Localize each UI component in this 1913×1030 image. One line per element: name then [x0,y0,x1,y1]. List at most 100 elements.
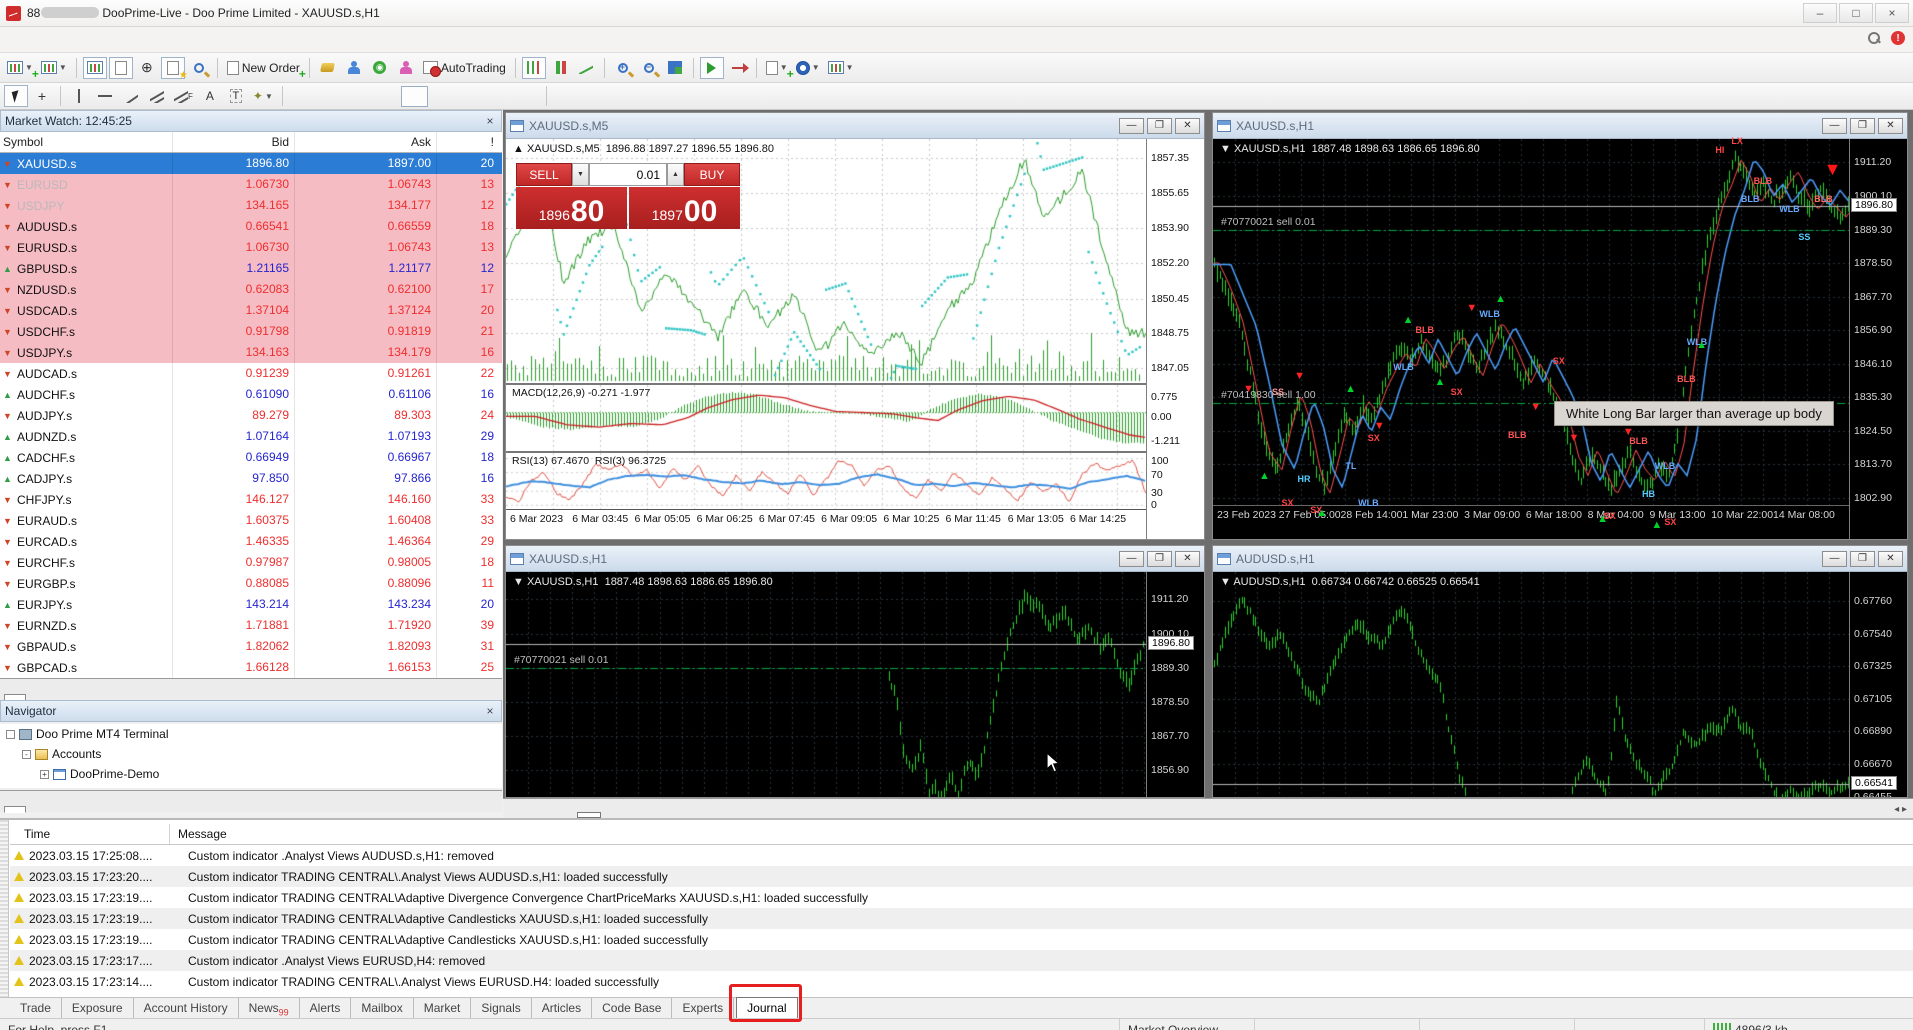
chart-close-button[interactable]: ✕ [1175,118,1200,134]
expert-advisors-button[interactable] [394,57,418,79]
timeframe-button[interactable] [317,86,344,107]
chart-area-h1-indicators[interactable]: ▼ XAUUSD.s,H1 1887.48 1898.63 1886.65 18… [1213,139,1907,539]
indicators-button[interactable]: +▼ [763,57,791,79]
vertical-line-tool-button[interactable] [67,85,91,107]
terminal-tab[interactable]: Alerts [300,998,352,1020]
timeframe-button[interactable] [457,86,484,107]
journal-column-headers[interactable]: Time Message [10,824,1913,845]
chart-area-audusd[interactable]: ▼ AUDUSD.s,H1 0.66734 0.66742 0.66525 0.… [1213,572,1907,797]
chart-close-button[interactable]: ✕ [1878,551,1903,567]
market-watch-row[interactable]: EURCAD.s 1.46335 1.46364 29 [0,531,502,552]
market-watch-row[interactable]: EURGBP.s 0.88085 0.88096 11 [0,573,502,594]
chart-minimize-button[interactable]: — [1119,551,1144,567]
market-watch-row[interactable]: EURNZD.s 1.71881 1.71920 39 [0,615,502,636]
terminal-drag-handle[interactable] [0,820,9,1018]
market-watch-row[interactable]: USDJPY 134.165 134.177 12 [0,195,502,216]
market-watch-row[interactable]: EURAUD.s 1.60375 1.60408 33 [0,510,502,531]
market-watch-row[interactable]: EURCHF.s 0.97987 0.98005 18 [0,552,502,573]
text-tool-button[interactable]: A [198,85,222,107]
mql-community-button[interactable] [316,57,340,79]
market-watch-row[interactable]: CADCHF.s 0.66949 0.66967 18 [0,447,502,468]
timeframe-button[interactable] [429,86,456,107]
market-watch-toggle-button[interactable] [83,57,107,79]
menu-item[interactable] [54,36,80,44]
market-watch-column-headers[interactable]: Symbol Bid Ask ! [0,132,502,153]
text-label-tool-button[interactable]: T [224,85,248,107]
navigator-tree-item[interactable]: Doo Prime MT4 Terminal [0,724,502,744]
buy-price-panel[interactable]: 189700 [629,187,740,229]
arrows-tool-button[interactable]: ✦▼ [250,85,276,107]
tree-expander-icon[interactable]: + [40,770,49,779]
tree-expander-icon[interactable] [6,730,15,739]
chart-title-bar[interactable]: AUDUSD.s,H1 — ❐ ✕ [1213,546,1907,572]
chart-area-h1[interactable]: ▼ XAUUSD.s,H1 1887.48 1898.63 1886.65 18… [506,572,1204,797]
chart-title-bar[interactable]: XAUUSD.s,H1 — ❐ ✕ [1213,113,1907,139]
line-chart-style-button[interactable] [574,57,598,79]
chart-title-bar[interactable]: XAUUSD.s,H1 — ❐ ✕ [506,546,1204,572]
panel-tab[interactable] [27,693,49,700]
maximize-button[interactable]: □ [1839,3,1873,23]
market-watch-row[interactable]: AUDNZD.s 1.07164 1.07193 29 [0,426,502,447]
buy-button[interactable]: BUY [684,163,740,186]
terminal-tab[interactable]: Mailbox [351,998,413,1020]
channel-tool-button[interactable] [145,85,169,107]
auto-scroll-button[interactable] [700,57,724,79]
menu-item[interactable] [106,36,132,44]
market-watch-row[interactable]: AUDJPY.s 89.279 89.303 24 [0,405,502,426]
market-watch-row[interactable]: GBPCAD.s 1.66128 1.66153 25 [0,657,502,678]
chart-window-xauusd-m5[interactable]: XAUUSD.s,M5 — ❐ ✕ ▲ XAUUSD.s,M5 1896.88 … [505,112,1205,540]
chart-restore-button[interactable]: ❐ [1850,118,1875,134]
crosshair-tool-button[interactable]: + [30,85,54,107]
terminal-tab[interactable]: Code Base [592,998,672,1020]
market-watch-row[interactable]: CHFJPY.s 146.127 146.160 33 [0,489,502,510]
strategy-tester-button[interactable] [187,57,211,79]
sell-price-panel[interactable]: 189680 [516,187,627,229]
market-watch-header[interactable]: Market Watch: 12:45:25 × [0,110,502,132]
market-watch-row[interactable]: CADJPY.s 97.850 97.866 16 [0,468,502,489]
chart-close-button[interactable]: ✕ [1878,118,1903,134]
terminal-tab[interactable]: Market [414,998,472,1020]
trendline-tool-button[interactable] [119,85,143,107]
menu-item[interactable] [2,36,28,44]
chart-minimize-button[interactable]: — [1119,118,1144,134]
title-bar[interactable]: 88DooPrime-Live - Doo Prime Limited - XA… [0,0,1913,27]
zoom-in-button[interactable]: + [611,57,635,79]
market-watch-row[interactable]: NZDUSD.s 0.62083 0.62100 17 [0,279,502,300]
timeframe-button[interactable] [345,86,372,107]
market-watch-row[interactable]: GBPUSD.s 1.21165 1.21177 12 [0,258,502,279]
new-order-button[interactable]: +New Order [224,57,303,79]
volume-decrease-stepper[interactable]: ▼ [572,163,589,186]
search-icon[interactable] [1868,32,1881,45]
chart-minimize-button[interactable]: — [1822,118,1847,134]
panel-tab[interactable] [27,805,49,812]
profiles-button[interactable]: ▼ [38,57,70,79]
zoom-out-button[interactable]: − [637,57,661,79]
chart-restore-button[interactable]: ❐ [1147,118,1172,134]
market-watch-row[interactable]: USDJPY.s 134.163 134.179 16 [0,342,502,363]
sell-button[interactable]: SELL [516,163,572,186]
menu-item[interactable] [158,36,184,44]
navigator-close-icon[interactable]: × [483,704,497,718]
terminal-tab[interactable]: Signals [471,998,531,1020]
chart-area-m5[interactable]: ▲ XAUUSD.s,M5 1896.88 1897.27 1896.55 18… [506,139,1204,539]
chart-minimize-button[interactable]: — [1822,551,1847,567]
menu-item[interactable] [28,36,54,44]
terminal-tab[interactable]: Exposure [62,998,134,1020]
chart-title-bar[interactable]: XAUUSD.s,M5 — ❐ ✕ [506,113,1204,139]
periods-button[interactable]: ▼ [793,57,823,79]
panel-tab[interactable] [4,806,26,813]
timeframe-button[interactable] [289,86,316,107]
chart-shift-button[interactable] [726,57,750,79]
market-watch-row[interactable]: EURJPY.s 143.214 143.234 20 [0,594,502,615]
chart-window-xauusd-h1-indicators[interactable]: XAUUSD.s,H1 — ❐ ✕ ▼ XAUUSD.s,H1 1887.48 … [1212,112,1908,540]
bar-chart-style-button[interactable] [522,57,546,79]
timeframe-button[interactable] [513,86,540,107]
templates-button[interactable]: ▼ [825,57,857,79]
market-watch-row[interactable]: AUDUSD.s 0.66541 0.66559 18 [0,216,502,237]
navigator-header[interactable]: Navigator × [0,700,502,722]
audusd-price-canvas[interactable] [1213,572,1851,798]
timeframe-button[interactable] [485,86,512,107]
metaquotes-button[interactable] [342,57,366,79]
navigator-tree-item[interactable]: + DooPrime-Demo [0,764,502,784]
volume-input[interactable]: 0.01 [589,163,667,186]
